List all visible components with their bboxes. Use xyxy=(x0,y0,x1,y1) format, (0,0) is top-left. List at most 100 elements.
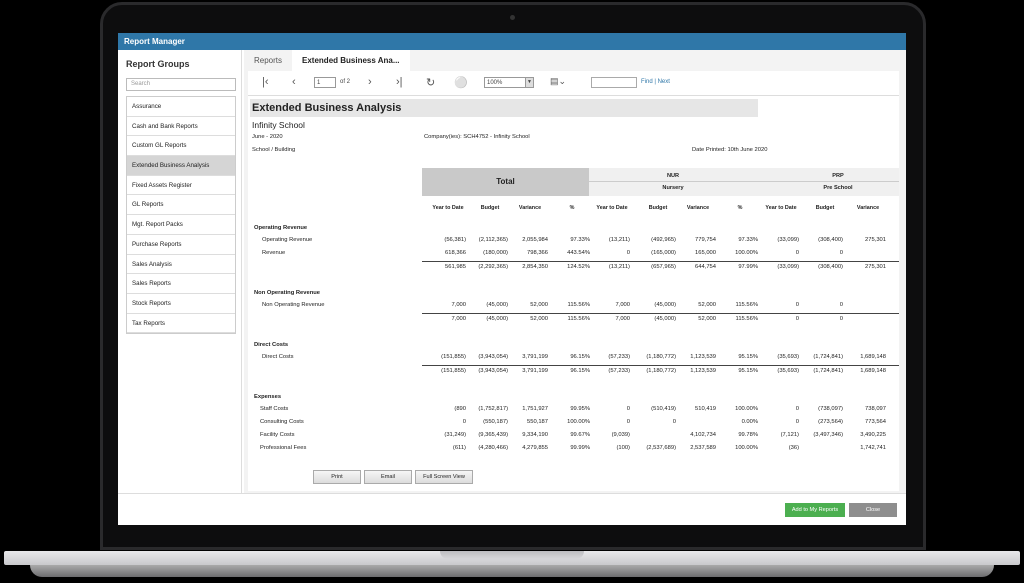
window-footer: Add to My Reports Close xyxy=(118,493,906,525)
sidebar-item-report-group[interactable]: Extended Business Analysis xyxy=(127,156,235,176)
subtotal-cell: 7,000 xyxy=(451,316,466,322)
next-page-icon[interactable]: › xyxy=(368,76,372,88)
table-cell: 0 xyxy=(672,419,676,425)
sidebar-item-report-group[interactable]: Mgt. Report Packs xyxy=(127,215,235,235)
group-code: PRP xyxy=(832,173,844,179)
table-cell: 0 xyxy=(795,250,799,256)
column-header: Year to Date xyxy=(765,205,797,211)
row-label: Staff Costs xyxy=(260,406,289,412)
report-company: Company(ies): SCH4752 - Infinity School xyxy=(424,134,530,140)
subtotal-cell: (35,693) xyxy=(777,368,799,374)
back-icon[interactable]: ⚪ xyxy=(454,76,468,89)
sidebar-item-report-group[interactable]: Fixed Assets Register xyxy=(127,176,235,196)
refresh-icon[interactable]: ↻ xyxy=(426,76,435,89)
group-code: NUR xyxy=(666,173,680,179)
row-label: Facility Costs xyxy=(260,432,295,438)
sidebar-item-report-group[interactable]: Sales Reports xyxy=(127,274,235,294)
subtotal-rule xyxy=(422,365,899,366)
camera-icon xyxy=(510,15,515,20)
subtotal-cell: 275,301 xyxy=(865,264,886,270)
last-page-icon[interactable]: ›| xyxy=(396,76,403,88)
column-header: Variance xyxy=(856,205,880,211)
tab-extended-business-analysis[interactable]: Extended Business Ana... xyxy=(292,50,410,71)
zoom-select[interactable]: 100% ▼ xyxy=(484,77,534,88)
sidebar-item-report-group[interactable]: Purchase Reports xyxy=(127,235,235,255)
next-link[interactable]: Next xyxy=(658,79,670,85)
laptop-base xyxy=(0,548,1024,583)
report-period: June - 2020 xyxy=(252,134,283,140)
row-label: Revenue xyxy=(262,250,286,256)
table-cell: 1,751,927 xyxy=(522,406,548,412)
table-cell: (308,400) xyxy=(818,237,843,243)
section-title: Non Operating Revenue xyxy=(254,290,321,296)
column-header: Budget xyxy=(480,205,500,211)
window-title: Report Manager xyxy=(118,33,906,50)
subtotal-rule xyxy=(422,313,899,314)
table-cell: 2,537,589 xyxy=(690,445,716,451)
chevron-down-icon: ▼ xyxy=(525,78,533,87)
subtotal-cell: 3,791,199 xyxy=(522,368,548,374)
table-cell: (33,099) xyxy=(777,237,799,243)
table-cell: (273,564) xyxy=(818,419,843,425)
table-cell: 1,742,741 xyxy=(860,445,886,451)
sidebar-item-report-group[interactable]: GL Reports xyxy=(127,195,235,216)
full-screen-view-button[interactable]: Full Screen View xyxy=(415,470,473,484)
row-label: Consulting Costs xyxy=(260,419,304,425)
table-cell: (56,381) xyxy=(444,237,466,243)
save-icon[interactable]: ▤⌄ xyxy=(550,76,566,87)
subtotal-cell: (1,724,841) xyxy=(813,368,843,374)
subtotal-cell: 561,985 xyxy=(445,264,466,270)
subtotal-cell: 2,854,350 xyxy=(522,264,548,270)
first-page-icon[interactable]: |‹ xyxy=(262,76,269,88)
subtotal-cell: (151,855) xyxy=(441,368,466,374)
search-input[interactable]: Search xyxy=(126,78,236,91)
row-label: Direct Costs xyxy=(262,354,294,360)
add-to-my-reports-button[interactable]: Add to My Reports xyxy=(785,503,845,517)
table-cell: 9,334,190 xyxy=(522,432,548,438)
subtotal-cell: 0 xyxy=(839,316,843,322)
subtotal-cell: 1,123,539 xyxy=(690,368,716,374)
table-cell: 773,564 xyxy=(865,419,886,425)
subtotal-cell: 0 xyxy=(795,316,799,322)
prev-page-icon[interactable]: ‹ xyxy=(292,76,296,88)
table-cell: 0 xyxy=(795,419,799,425)
close-button[interactable]: Close xyxy=(849,503,897,517)
report-groups-panel: Report Groups Search Assurance Cash and B… xyxy=(118,50,242,493)
table-cell: 779,754 xyxy=(695,237,716,243)
table-cell: (57,233) xyxy=(608,354,630,360)
find-link[interactable]: Find xyxy=(641,79,653,85)
column-header: Budget xyxy=(815,205,835,211)
total-header: Total xyxy=(422,168,589,196)
table-cell: 165,000 xyxy=(695,250,716,256)
table-cell: 275,301 xyxy=(865,237,886,243)
zoom-value: 100% xyxy=(487,80,503,86)
table-cell: 0 xyxy=(839,302,843,308)
table-cell: 618,366 xyxy=(445,250,466,256)
table-cell: (151,855) xyxy=(441,354,466,360)
table-cell: 0 xyxy=(462,419,466,425)
table-cell: (36) xyxy=(788,445,799,451)
table-cell: 0 xyxy=(839,250,843,256)
table-cell: (9,039) xyxy=(611,432,630,438)
table-cell: 550,187 xyxy=(527,419,548,425)
find-input[interactable] xyxy=(591,77,637,88)
subtotal-cell: (57,233) xyxy=(608,368,630,374)
table-cell: (100) xyxy=(616,445,630,451)
table-cell: 3,490,225 xyxy=(860,432,886,438)
email-button[interactable]: Email xyxy=(364,470,412,484)
sidebar-item-report-group[interactable]: Tax Reports xyxy=(127,314,235,334)
page-number-input[interactable]: 1 xyxy=(314,77,336,88)
sidebar-item-report-group[interactable]: Cash and Bank Reports xyxy=(127,117,235,137)
table-cell: 0 xyxy=(626,419,630,425)
tab-reports[interactable]: Reports xyxy=(244,50,292,71)
sidebar-item-report-group[interactable]: Assurance xyxy=(127,97,235,117)
table-cell: 3,791,199 xyxy=(522,354,548,360)
column-header: % xyxy=(737,205,743,211)
column-header: Budget xyxy=(648,205,668,211)
sidebar-item-report-group[interactable]: Custom GL Reports xyxy=(127,136,235,157)
print-button[interactable]: Print xyxy=(313,470,361,484)
table-cell: (611) xyxy=(452,445,466,451)
date-printed: Date Printed: 10th June 2020 xyxy=(692,147,768,153)
sidebar-item-report-group[interactable]: Stock Reports xyxy=(127,294,235,314)
sidebar-item-report-group[interactable]: Sales Analysis xyxy=(127,255,235,275)
